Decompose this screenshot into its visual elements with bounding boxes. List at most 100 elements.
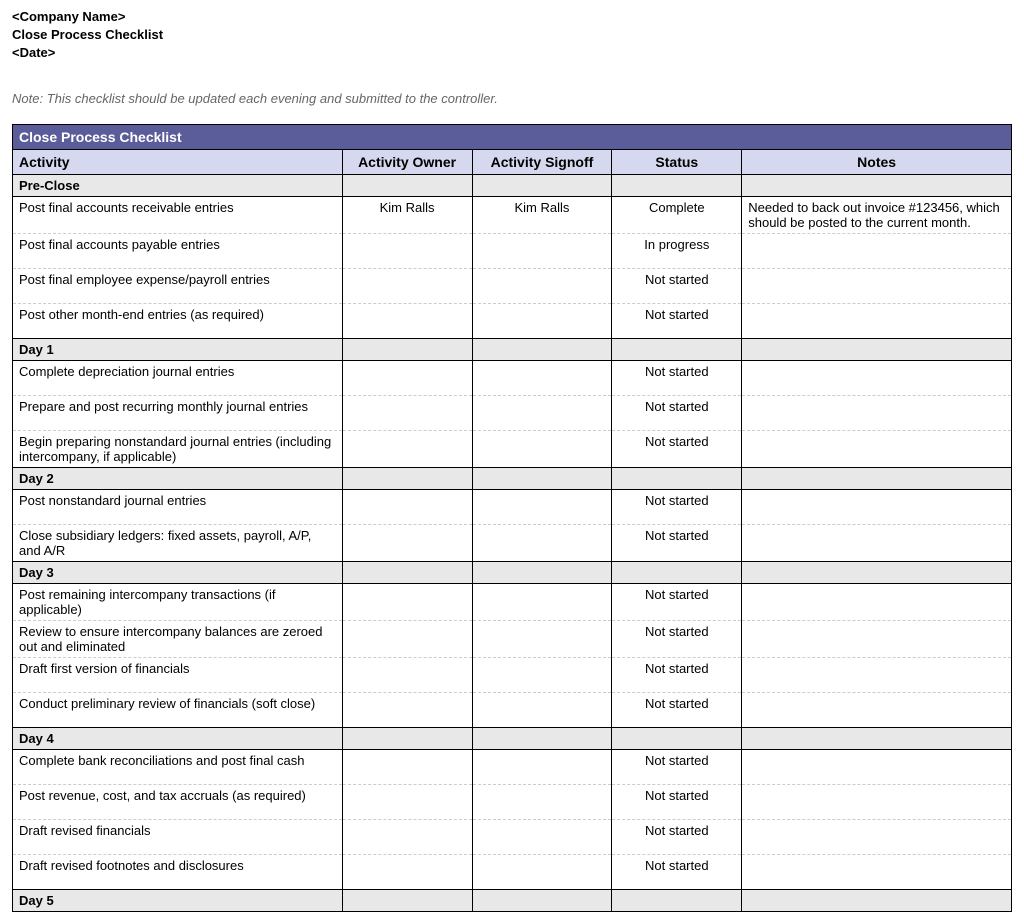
- col-owner: Activity Owner: [342, 149, 472, 174]
- table-row: Complete depreciation journal entries Not…: [13, 360, 1012, 395]
- status-cell[interactable]: Not started: [612, 395, 742, 430]
- owner-cell[interactable]: [342, 784, 472, 819]
- section-cell: [472, 561, 612, 583]
- signoff-cell[interactable]: [472, 657, 612, 692]
- signoff-cell[interactable]: Kim Ralls: [472, 196, 612, 233]
- signoff-cell[interactable]: [472, 233, 612, 268]
- activity-cell[interactable]: Begin preparing nonstandard journal entr…: [13, 430, 343, 467]
- owner-cell[interactable]: [342, 657, 472, 692]
- signoff-cell[interactable]: [472, 395, 612, 430]
- signoff-cell[interactable]: [472, 489, 612, 524]
- table-row: Begin preparing nonstandard journal entr…: [13, 430, 1012, 467]
- signoff-cell[interactable]: [472, 430, 612, 467]
- status-cell[interactable]: Not started: [612, 749, 742, 784]
- owner-cell[interactable]: [342, 233, 472, 268]
- signoff-cell[interactable]: [472, 749, 612, 784]
- section-name: Day 2: [13, 467, 343, 489]
- notes-cell[interactable]: [742, 233, 1012, 268]
- activity-cell[interactable]: Review to ensure intercompany balances a…: [13, 620, 343, 657]
- owner-cell[interactable]: Kim Ralls: [342, 196, 472, 233]
- owner-cell[interactable]: [342, 303, 472, 338]
- col-notes: Notes: [742, 149, 1012, 174]
- activity-cell[interactable]: Conduct preliminary review of financials…: [13, 692, 343, 727]
- notes-cell[interactable]: [742, 395, 1012, 430]
- notes-cell[interactable]: [742, 749, 1012, 784]
- signoff-cell[interactable]: [472, 303, 612, 338]
- activity-cell[interactable]: Prepare and post recurring monthly journ…: [13, 395, 343, 430]
- status-cell[interactable]: Not started: [612, 854, 742, 889]
- notes-cell[interactable]: Needed to back out invoice #123456, whic…: [742, 196, 1012, 233]
- status-cell[interactable]: Complete: [612, 196, 742, 233]
- section-row: Day 3: [13, 561, 1012, 583]
- notes-cell[interactable]: [742, 524, 1012, 561]
- notes-cell[interactable]: [742, 583, 1012, 620]
- status-cell[interactable]: In progress: [612, 233, 742, 268]
- activity-cell[interactable]: Post remaining intercompany transactions…: [13, 583, 343, 620]
- signoff-cell[interactable]: [472, 854, 612, 889]
- signoff-cell[interactable]: [472, 524, 612, 561]
- status-cell[interactable]: Not started: [612, 657, 742, 692]
- owner-cell[interactable]: [342, 360, 472, 395]
- activity-cell[interactable]: Draft revised footnotes and disclosures: [13, 854, 343, 889]
- activity-cell[interactable]: Complete depreciation journal entries: [13, 360, 343, 395]
- owner-cell[interactable]: [342, 819, 472, 854]
- activity-cell[interactable]: Post final employee expense/payroll entr…: [13, 268, 343, 303]
- owner-cell[interactable]: [342, 430, 472, 467]
- status-cell[interactable]: Not started: [612, 268, 742, 303]
- activity-cell[interactable]: Close subsidiary ledgers: fixed assets, …: [13, 524, 343, 561]
- signoff-cell[interactable]: [472, 268, 612, 303]
- owner-cell[interactable]: [342, 854, 472, 889]
- notes-cell[interactable]: [742, 854, 1012, 889]
- notes-cell[interactable]: [742, 784, 1012, 819]
- status-cell[interactable]: Not started: [612, 430, 742, 467]
- status-cell[interactable]: Not started: [612, 583, 742, 620]
- status-cell[interactable]: Not started: [612, 524, 742, 561]
- activity-cell[interactable]: Post revenue, cost, and tax accruals (as…: [13, 784, 343, 819]
- notes-cell[interactable]: [742, 268, 1012, 303]
- notes-cell[interactable]: [742, 430, 1012, 467]
- status-cell[interactable]: Not started: [612, 692, 742, 727]
- activity-cell[interactable]: Complete bank reconciliations and post f…: [13, 749, 343, 784]
- notes-cell[interactable]: [742, 303, 1012, 338]
- section-cell: [472, 889, 612, 911]
- activity-cell[interactable]: Draft revised financials: [13, 819, 343, 854]
- owner-cell[interactable]: [342, 583, 472, 620]
- notes-cell[interactable]: [742, 620, 1012, 657]
- owner-cell[interactable]: [342, 692, 472, 727]
- owner-cell[interactable]: [342, 489, 472, 524]
- signoff-cell[interactable]: [472, 784, 612, 819]
- table-row: Post remaining intercompany transactions…: [13, 583, 1012, 620]
- status-cell[interactable]: Not started: [612, 819, 742, 854]
- activity-cell[interactable]: Post final accounts payable entries: [13, 233, 343, 268]
- signoff-cell[interactable]: [472, 692, 612, 727]
- owner-cell[interactable]: [342, 749, 472, 784]
- document-header: <Company Name> Close Process Checklist <…: [12, 8, 1012, 63]
- activity-cell[interactable]: Post other month-end entries (as require…: [13, 303, 343, 338]
- status-cell[interactable]: Not started: [612, 360, 742, 395]
- col-signoff: Activity Signoff: [472, 149, 612, 174]
- section-cell: [612, 174, 742, 196]
- status-cell[interactable]: Not started: [612, 620, 742, 657]
- signoff-cell[interactable]: [472, 819, 612, 854]
- owner-cell[interactable]: [342, 620, 472, 657]
- signoff-cell[interactable]: [472, 360, 612, 395]
- table-title-row: Close Process Checklist: [13, 124, 1012, 149]
- signoff-cell[interactable]: [472, 620, 612, 657]
- notes-cell[interactable]: [742, 657, 1012, 692]
- status-cell[interactable]: Not started: [612, 303, 742, 338]
- notes-cell[interactable]: [742, 360, 1012, 395]
- activity-cell[interactable]: Post final accounts receivable entries: [13, 196, 343, 233]
- owner-cell[interactable]: [342, 268, 472, 303]
- signoff-cell[interactable]: [472, 583, 612, 620]
- activity-cell[interactable]: Post nonstandard journal entries: [13, 489, 343, 524]
- section-cell: [612, 727, 742, 749]
- owner-cell[interactable]: [342, 524, 472, 561]
- notes-cell[interactable]: [742, 489, 1012, 524]
- activity-cell[interactable]: Draft first version of financials: [13, 657, 343, 692]
- status-cell[interactable]: Not started: [612, 784, 742, 819]
- status-cell[interactable]: Not started: [612, 489, 742, 524]
- table-row: Post final accounts payable entries In pr…: [13, 233, 1012, 268]
- owner-cell[interactable]: [342, 395, 472, 430]
- notes-cell[interactable]: [742, 692, 1012, 727]
- notes-cell[interactable]: [742, 819, 1012, 854]
